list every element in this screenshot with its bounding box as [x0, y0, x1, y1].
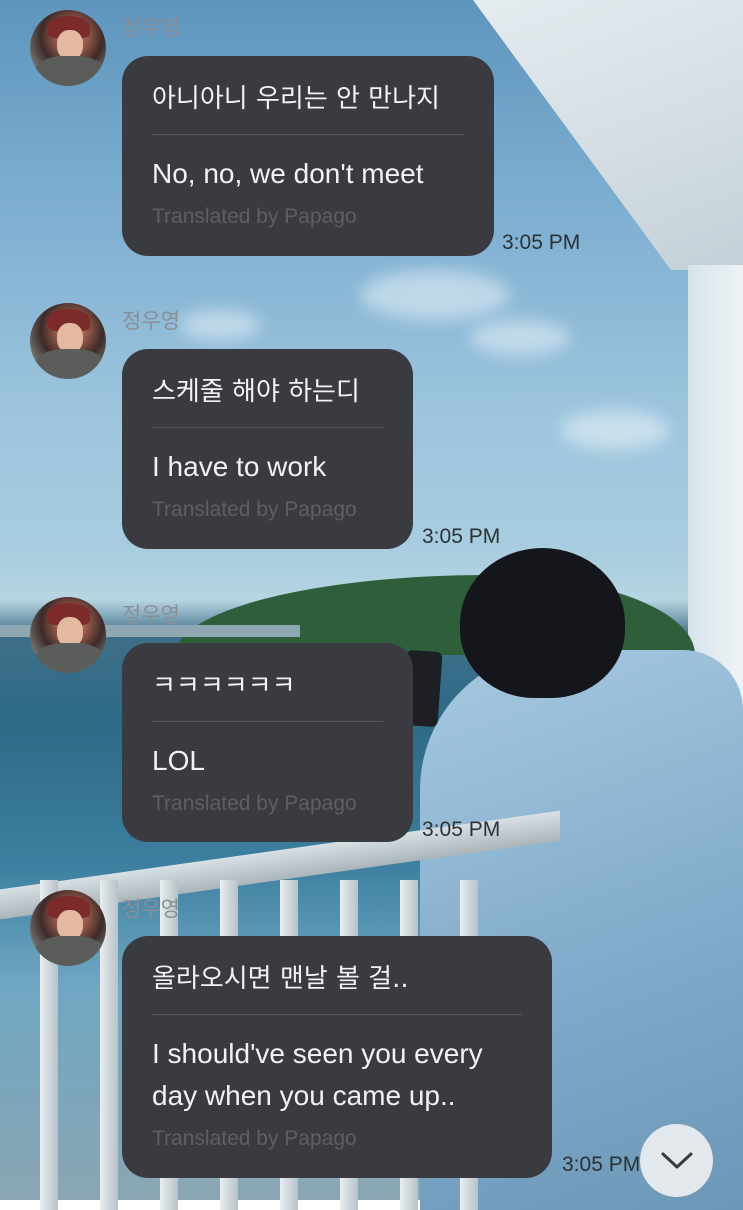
avatar[interactable] [30, 10, 106, 86]
avatar[interactable] [30, 890, 106, 966]
sender-name: 정우영 [122, 16, 180, 40]
translation-credit: Translated by Papago [152, 498, 357, 521]
translation-divider [152, 134, 464, 135]
avatar[interactable] [30, 303, 106, 379]
translated-text: I should've seen you every day when you … [152, 1038, 483, 1111]
message-bubble[interactable]: ㅋㅋㅋㅋㅋㅋ LOL Translated by Papago [122, 643, 413, 842]
original-text: ㅋㅋㅋㅋㅋㅋ [152, 671, 296, 701]
translated-text: LOL [152, 745, 205, 776]
translation-credit: Translated by Papago [152, 1127, 357, 1150]
chevron-down-icon [661, 1152, 692, 1168]
message-bubble[interactable]: 올라오시면 맨날 볼 걸.. I should've seen you ever… [122, 936, 552, 1178]
translation-credit: Translated by Papago [152, 792, 357, 815]
message-bubble[interactable]: 스케줄 해야 하는디 I have to work Translated by … [122, 349, 413, 549]
translation-divider [152, 1014, 522, 1015]
translation-credit: Translated by Papago [152, 205, 357, 228]
message-bubble[interactable]: 아니아니 우리는 안 만나지 No, no, we don't meet Tra… [122, 56, 494, 256]
original-text: 아니아니 우리는 안 만나지 [152, 84, 440, 114]
message-time: 3:05 PM [562, 1153, 641, 1176]
message-time: 3:05 PM [422, 525, 501, 548]
avatar[interactable] [30, 597, 106, 673]
scroll-to-bottom-button[interactable] [640, 1124, 713, 1197]
message-time: 3:05 PM [502, 231, 581, 254]
original-text: 올라오시면 맨날 볼 걸.. [152, 964, 409, 994]
sender-name: 정우영 [122, 897, 180, 921]
translation-divider [152, 721, 383, 722]
sender-name: 정우영 [122, 603, 180, 627]
sender-name: 정우영 [122, 309, 180, 333]
translation-divider [152, 427, 383, 428]
original-text: 스케줄 해야 하는디 [152, 377, 360, 407]
translated-text: I have to work [152, 451, 327, 482]
translated-text: No, no, we don't meet [152, 158, 424, 189]
message-time: 3:05 PM [422, 818, 501, 841]
